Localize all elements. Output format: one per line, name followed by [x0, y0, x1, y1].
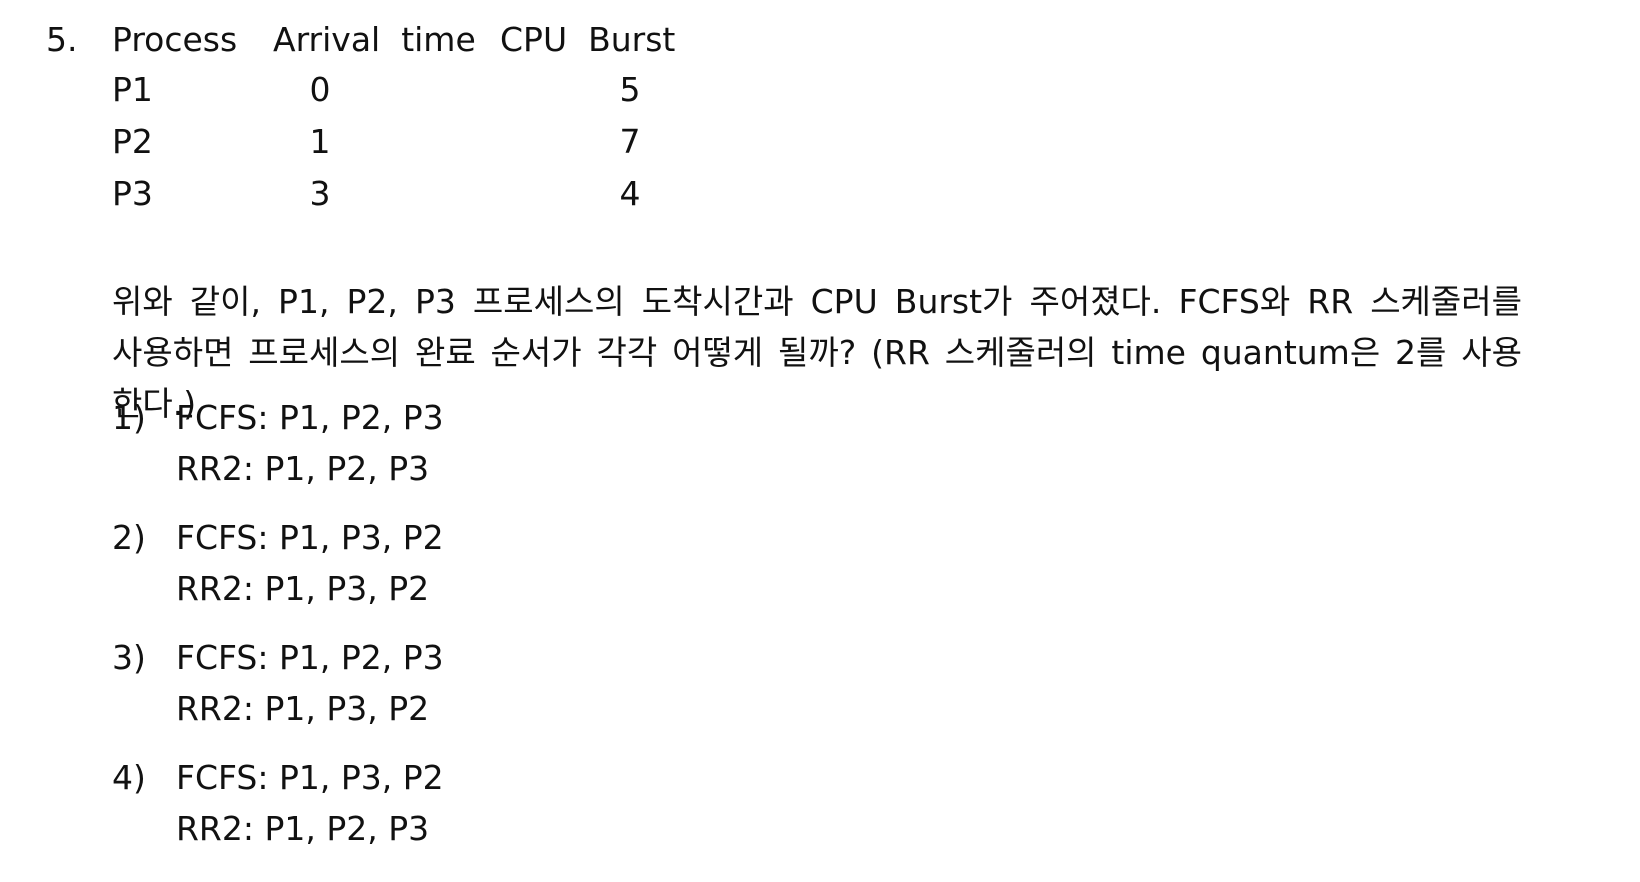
header-cpu-burst: CPU Burst: [500, 20, 676, 59]
arrival-value: 0: [309, 70, 331, 109]
burst-value: 5: [619, 70, 641, 109]
option-rr: RR2: P1, P3, P2: [176, 569, 430, 608]
burst-value: 7: [619, 122, 641, 161]
arrival-value: 3: [309, 174, 331, 213]
table-row: P3 3 4: [0, 174, 700, 214]
option-number: 1): [112, 398, 146, 437]
option-3[interactable]: 3) FCFS: P1, P2, P3 RR2: P1, P3, P2: [112, 638, 712, 738]
option-number: 2): [112, 518, 146, 557]
table-row: P2 1 7: [0, 122, 700, 162]
option-4[interactable]: 4) FCFS: P1, P3, P2 RR2: P1, P2, P3: [112, 758, 712, 858]
arrival-value: 1: [309, 122, 331, 161]
option-fcfs: FCFS: P1, P3, P2: [176, 518, 444, 557]
process-name: P1: [112, 70, 153, 109]
header-arrival-time: Arrival time: [273, 20, 476, 59]
question-number: 5.: [46, 20, 78, 59]
option-rr: RR2: P1, P3, P2: [176, 689, 430, 728]
option-fcfs: FCFS: P1, P2, P3: [176, 638, 444, 677]
option-rr: RR2: P1, P2, P3: [176, 809, 430, 848]
process-name: P3: [112, 174, 153, 213]
option-rr: RR2: P1, P2, P3: [176, 449, 430, 488]
process-name: P2: [112, 122, 153, 161]
option-number: 4): [112, 758, 146, 797]
option-1[interactable]: 1) FCFS: P1, P2, P3 RR2: P1, P2, P3: [112, 398, 712, 498]
option-fcfs: FCFS: P1, P2, P3: [176, 398, 444, 437]
table-row: P1 0 5: [0, 70, 700, 110]
option-2[interactable]: 2) FCFS: P1, P3, P2 RR2: P1, P3, P2: [112, 518, 712, 618]
option-number: 3): [112, 638, 146, 677]
header-process: Process: [112, 20, 238, 59]
option-fcfs: FCFS: P1, P3, P2: [176, 758, 444, 797]
burst-value: 4: [619, 174, 641, 213]
